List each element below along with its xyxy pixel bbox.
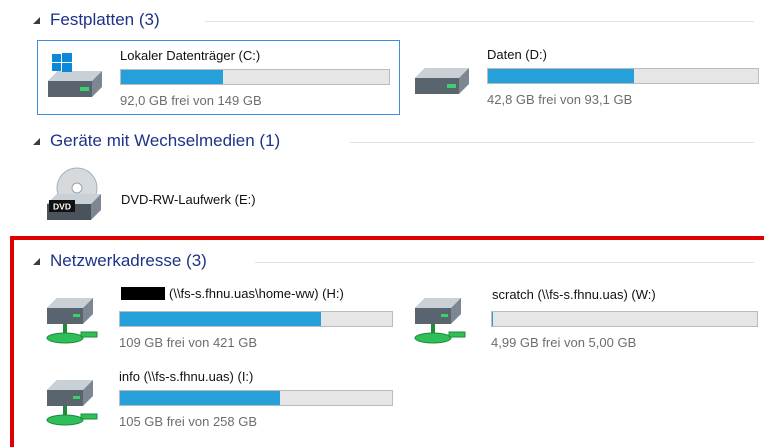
drive-name: DVD-RW-Laufwerk (E:) bbox=[121, 192, 256, 207]
group-title: Festplatten (3) bbox=[50, 10, 160, 29]
drive-name: info (\\fs-s.fhnu.uas) (I:) bbox=[119, 369, 254, 384]
drive-c[interactable]: Lokaler Datenträger (C:) 92,0 GB frei vo… bbox=[37, 40, 400, 115]
collapse-arrow-icon[interactable] bbox=[33, 258, 40, 265]
hard-drive-icon bbox=[415, 68, 469, 94]
group-header-hard-drives[interactable]: Festplatten (3) bbox=[0, 9, 764, 33]
drive-name: scratch (\\fs-s.fhnu.uas) (W:) bbox=[492, 287, 656, 302]
network-drive-icon bbox=[46, 380, 98, 426]
capacity-bar-fill bbox=[492, 312, 493, 326]
dvd-drive-icon: DVD bbox=[47, 167, 101, 220]
group-header-removable[interactable]: Geräte mit Wechselmedien (1) bbox=[0, 130, 764, 154]
drive-name: (\\fs-s.fhnu.uas\home-ww) (H:) bbox=[121, 286, 344, 301]
capacity-bar-fill bbox=[488, 69, 634, 83]
collapse-arrow-icon[interactable] bbox=[33, 17, 40, 24]
capacity-bar bbox=[119, 390, 393, 406]
windows-hard-drive-icon bbox=[48, 53, 102, 97]
drive-free-space: 4,99 GB frei von 5,00 GB bbox=[491, 335, 637, 350]
capacity-bar bbox=[491, 311, 758, 327]
group-title: Geräte mit Wechselmedien (1) bbox=[50, 131, 281, 150]
drive-name: Daten (D:) bbox=[487, 47, 547, 62]
network-drive-icon bbox=[414, 298, 466, 344]
group-title: Netzwerkadresse (3) bbox=[50, 251, 207, 270]
drive-name: Lokaler Datenträger (C:) bbox=[120, 48, 261, 63]
group-header-network[interactable]: Netzwerkadresse (3) bbox=[0, 250, 764, 274]
group-divider bbox=[255, 262, 754, 263]
capacity-bar-fill bbox=[121, 70, 223, 84]
drive-w[interactable]: scratch (\\fs-s.fhnu.uas) (W:) 4,99 GB f… bbox=[405, 282, 763, 354]
redacted-block bbox=[121, 287, 165, 300]
network-drive-icon bbox=[46, 298, 98, 344]
drive-i[interactable]: info (\\fs-s.fhnu.uas) (I:) 105 GB frei … bbox=[37, 364, 398, 436]
group-divider bbox=[350, 142, 754, 143]
drive-h[interactable]: (\\fs-s.fhnu.uas\home-ww) (H:) 109 GB fr… bbox=[37, 282, 398, 354]
collapse-arrow-icon[interactable] bbox=[33, 138, 40, 145]
drive-free-space: 105 GB frei von 258 GB bbox=[119, 414, 258, 429]
drive-name-text: (\\fs-s.fhnu.uas\home-ww) (H:) bbox=[169, 286, 344, 301]
capacity-bar bbox=[487, 68, 759, 84]
drive-free-space: 92,0 GB frei von 149 GB bbox=[120, 93, 262, 108]
dvd-icon-label: DVD bbox=[53, 202, 71, 212]
drive-d[interactable]: Daten (D:) 42,8 GB frei von 93,1 GB bbox=[405, 40, 763, 113]
group-divider bbox=[205, 21, 754, 22]
capacity-bar bbox=[119, 311, 393, 327]
drive-free-space: 109 GB frei von 421 GB bbox=[119, 335, 258, 350]
capacity-bar-fill bbox=[120, 391, 281, 405]
drive-free-space: 42,8 GB frei von 93,1 GB bbox=[487, 92, 633, 107]
capacity-bar bbox=[120, 69, 390, 85]
capacity-bar-fill bbox=[120, 312, 322, 326]
drive-e[interactable]: DVD DVD-RW-Laufwerk (E:) bbox=[37, 162, 398, 232]
